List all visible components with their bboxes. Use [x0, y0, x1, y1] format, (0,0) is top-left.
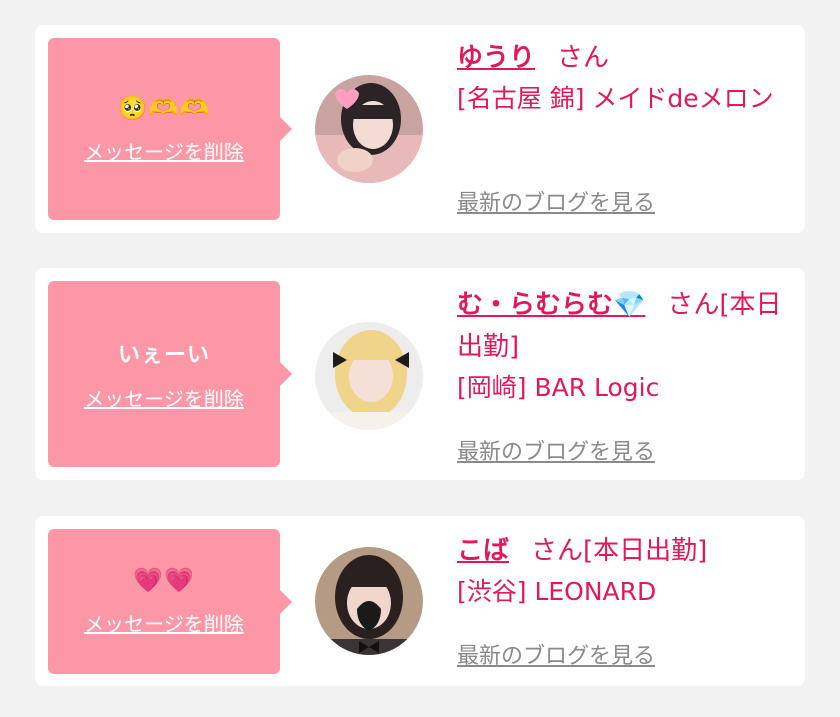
- honorific: さん: [557, 43, 610, 73]
- shop-name: [岡崎] BAR Logic: [457, 373, 660, 402]
- blonde-girl-avatar-icon: [315, 322, 423, 430]
- message-text: いぇーい: [117, 342, 210, 368]
- name-line: こば さん[本日出勤]: [457, 530, 797, 572]
- avatar[interactable]: [315, 547, 423, 655]
- girl-name-link[interactable]: こば: [457, 536, 509, 566]
- message-bubble: 🥺🫶🫶 メッセージを削除: [48, 38, 292, 220]
- girl-info: ゆうり さん [名古屋 錦] メイドdeメロン 最新のブログを見る: [457, 37, 797, 227]
- girl-info: む・らむらむ💎 さん[本日出勤] [岡崎] BAR Logic 最新のブログを見る: [457, 284, 797, 474]
- shop-name: [渋谷] LEONARD: [457, 577, 657, 606]
- message-card: いぇーい メッセージを削除 む・らむらむ💎 さん[本日出勤] [岡崎] BAR L…: [35, 268, 805, 480]
- message-text: 🥺🫶🫶: [117, 93, 211, 122]
- avatar[interactable]: [315, 75, 423, 183]
- delete-message-link[interactable]: メッセージを削除: [84, 136, 244, 165]
- dark-hair-girl-avatar-icon: [315, 547, 423, 655]
- latest-blog-link[interactable]: 最新のブログを見る: [457, 185, 655, 217]
- latest-blog-link[interactable]: 最新のブログを見る: [457, 638, 655, 670]
- girl-photo-avatar-icon: [315, 75, 423, 183]
- delete-message-link[interactable]: メッセージを削除: [84, 608, 244, 637]
- message-card: 💗💗 メッセージを削除 こば さん[本日出勤] [渋谷] LEONARD 最新のブ…: [35, 516, 805, 686]
- message-text: 💗💗: [133, 566, 195, 594]
- name-line: む・らむらむ💎 さん[本日出勤]: [457, 284, 797, 368]
- girl-info: こば さん[本日出勤] [渋谷] LEONARD 最新のブログを見る: [457, 530, 797, 680]
- message-bubble: 💗💗 メッセージを削除: [48, 529, 292, 674]
- avatar[interactable]: [315, 322, 423, 430]
- name-line: ゆうり さん: [457, 37, 797, 79]
- latest-blog-link[interactable]: 最新のブログを見る: [457, 434, 655, 466]
- shop-name: [名古屋 錦] メイドdeメロン: [457, 84, 774, 113]
- honorific: さん[本日出勤]: [531, 536, 708, 566]
- message-bubble: いぇーい メッセージを削除: [48, 281, 292, 467]
- girl-name-link[interactable]: ゆうり: [457, 43, 535, 73]
- message-list: 🥺🫶🫶 メッセージを削除 ゆうり さん [名古屋 錦] メイドdeメロン 最新のブ…: [0, 0, 840, 717]
- message-card: 🥺🫶🫶 メッセージを削除 ゆうり さん [名古屋 錦] メイドdeメロン 最新のブ…: [35, 25, 805, 233]
- girl-name-link[interactable]: む・らむらむ💎: [457, 290, 645, 320]
- delete-message-link[interactable]: メッセージを削除: [84, 383, 244, 412]
